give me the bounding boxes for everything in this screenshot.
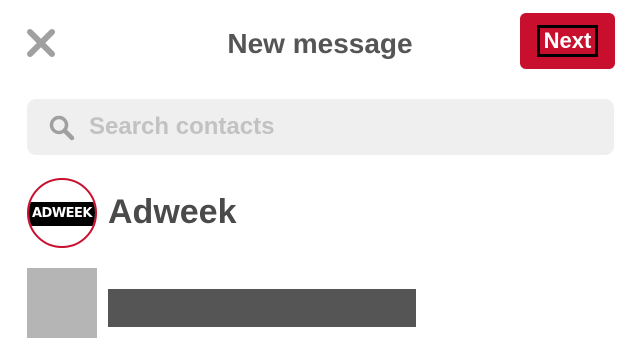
avatar: ADWEEK <box>27 178 97 248</box>
search-bar[interactable] <box>27 99 614 155</box>
contact-item-adweek[interactable]: ADWEEK Adweek <box>0 178 640 256</box>
search-icon <box>49 115 75 141</box>
redacted-contact-name <box>108 289 416 327</box>
avatar-placeholder <box>27 268 97 338</box>
adweek-logo: ADWEEK <box>29 202 95 226</box>
search-input[interactable] <box>89 99 589 155</box>
contact-item[interactable] <box>0 268 640 346</box>
next-button[interactable]: Next <box>520 13 615 69</box>
next-button-label: Next <box>536 25 599 57</box>
contact-name: Adweek <box>108 193 237 231</box>
